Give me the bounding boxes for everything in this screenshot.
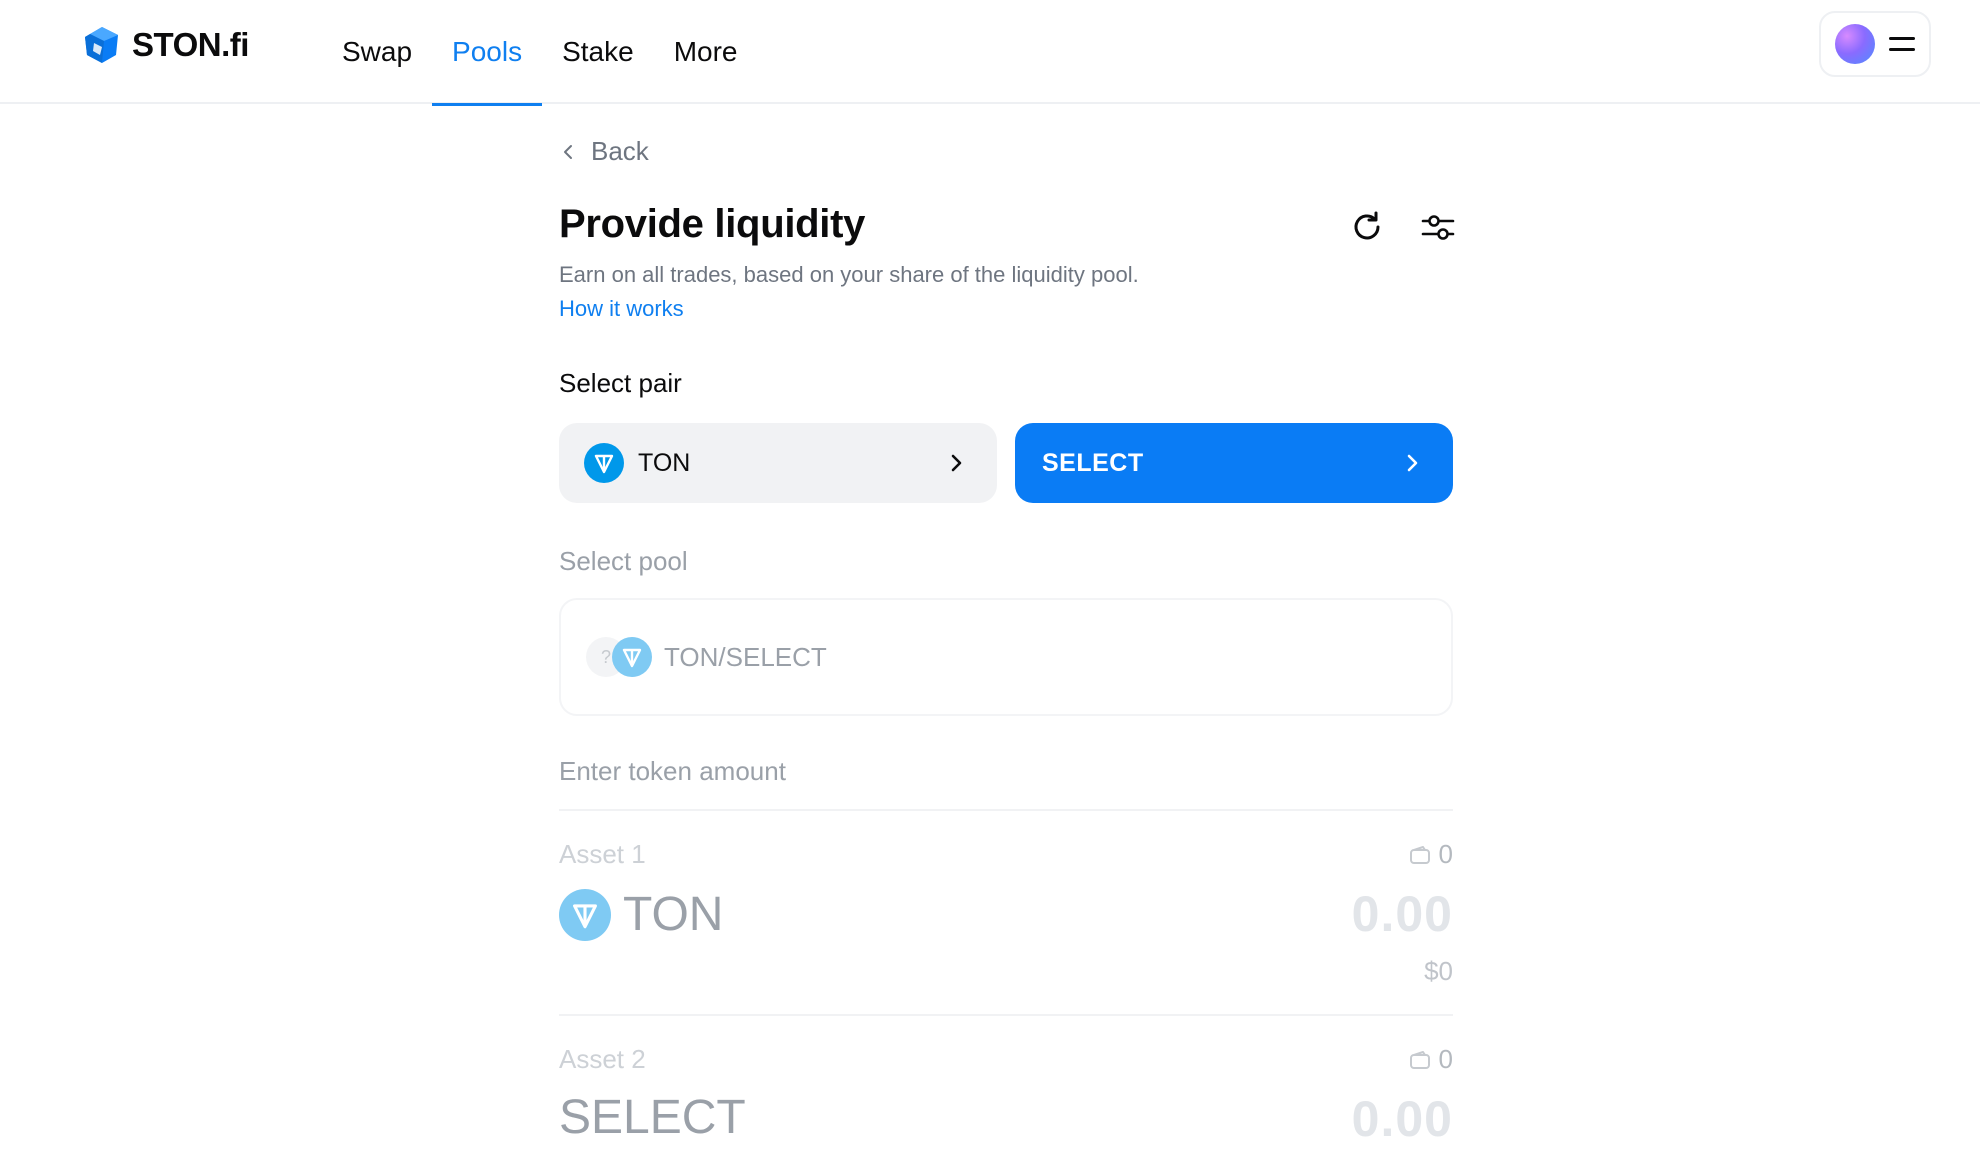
asset1-amount-input[interactable]: 0.00 — [1352, 885, 1453, 943]
page-title: Provide liquidity — [559, 202, 866, 246]
nav-swap[interactable]: Swap — [322, 0, 432, 104]
token-a-select-button[interactable]: TON — [559, 423, 997, 503]
logo-text: STON.fi — [132, 26, 249, 63]
divider — [559, 809, 1453, 811]
settings-button[interactable] — [1416, 205, 1460, 249]
asset2-balance-value: 0 — [1438, 1044, 1453, 1074]
nav-more[interactable]: More — [654, 0, 758, 104]
asset1-token-button[interactable]: TON — [559, 887, 723, 942]
back-link[interactable]: Back — [559, 136, 649, 167]
enter-token-amount-label: Enter token amount — [559, 756, 786, 786]
avatar — [1835, 24, 1875, 64]
pool-token-icons: ? — [586, 637, 652, 677]
how-it-works-link[interactable]: How it works — [559, 296, 684, 322]
ston-logo[interactable]: STON.fi — [82, 22, 249, 68]
chevron-right-icon — [1407, 454, 1418, 472]
ton-icon — [559, 888, 611, 941]
pair-selector: TON SELECT — [559, 423, 1453, 503]
ton-icon — [612, 637, 652, 677]
asset2-token-button[interactable]: SELECT — [559, 1090, 746, 1145]
asset1-label: Asset 1 — [559, 839, 646, 869]
select-pool-label: Select pool — [559, 546, 688, 576]
nav-pools[interactable]: Pools — [432, 0, 543, 106]
page-subtitle: Earn on all trades, based on your share … — [559, 262, 1139, 287]
asset2-amount-input[interactable]: 0.00 — [1352, 1090, 1453, 1148]
ston-logo-icon — [85, 27, 118, 63]
token-b-label: SELECT — [1042, 448, 1144, 477]
main-nav: Swap Pools Stake More — [322, 0, 758, 106]
pool-select-box[interactable]: ? TON/SELECT — [559, 598, 1453, 716]
asset1-token-name: TON — [623, 888, 724, 941]
wallet-icon — [1409, 845, 1430, 864]
asset2-balance: 0 — [1409, 1044, 1453, 1075]
asset1-usd-value: $0 — [1424, 956, 1453, 986]
asset1-balance-value: 0 — [1438, 839, 1453, 869]
asset2-label: Asset 2 — [559, 1044, 646, 1074]
wallet-menu-button[interactable] — [1819, 11, 1931, 77]
token-a-label: TON — [638, 448, 691, 477]
select-pair-label: Select pair — [559, 368, 682, 398]
asset2-token-name: SELECT — [559, 1091, 746, 1144]
asset1-balance: 0 — [1409, 839, 1453, 870]
nav-stake[interactable]: Stake — [542, 0, 654, 104]
top-header: STON.fi Swap Pools Stake More — [0, 0, 1980, 106]
menu-icon — [1889, 35, 1915, 53]
back-label: Back — [591, 136, 649, 166]
divider — [559, 1014, 1453, 1016]
pool-name: TON/SELECT — [664, 641, 827, 672]
refresh-button[interactable] — [1345, 205, 1389, 249]
provide-liquidity-panel: Back Provide liquidity Earn on all trade… — [559, 104, 1455, 1155]
chevron-left-icon — [564, 144, 572, 159]
token-b-select-button[interactable]: SELECT — [1015, 423, 1453, 503]
refresh-icon — [1354, 211, 1380, 240]
ton-icon — [584, 443, 624, 483]
wallet-icon — [1409, 1050, 1430, 1069]
sliders-icon — [1421, 215, 1455, 240]
chevron-right-icon — [951, 454, 962, 472]
